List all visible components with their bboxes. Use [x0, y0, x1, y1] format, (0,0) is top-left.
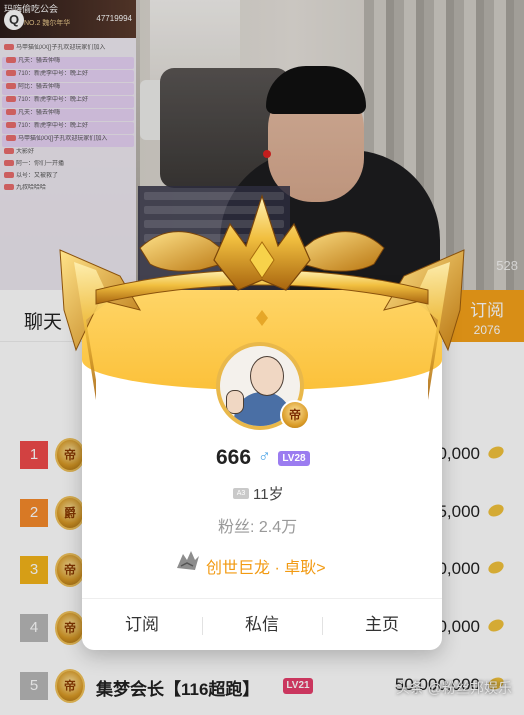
avatar-thumb-up	[226, 390, 244, 414]
guild-link[interactable]: 创世巨龙 · 卓耿>	[206, 554, 326, 578]
dragon-guild-icon	[177, 551, 199, 570]
user-level-badge: LV28	[278, 451, 310, 466]
avatar-figure-head	[250, 356, 284, 396]
profile-age: 11岁	[253, 486, 284, 503]
profile-fans: 粉丝: 2.4万	[218, 519, 298, 536]
homepage-button[interactable]: 主页	[322, 599, 442, 650]
message-button[interactable]: 私信	[202, 599, 322, 650]
noble-badge-icon: 帝	[280, 400, 310, 430]
profile-username: 666	[216, 446, 252, 469]
card-action-bar: 订阅 私信 主页	[82, 598, 442, 650]
user-profile-card: 帝 666 ♂ LV28 A3 11岁 粉丝: 2.4万 创世巨龙 · 卓耿> …	[82, 290, 442, 650]
male-gender-icon: ♂	[258, 447, 271, 466]
subscribe-button[interactable]: 订阅	[82, 599, 202, 650]
age-badge-icon: A3	[233, 488, 249, 499]
